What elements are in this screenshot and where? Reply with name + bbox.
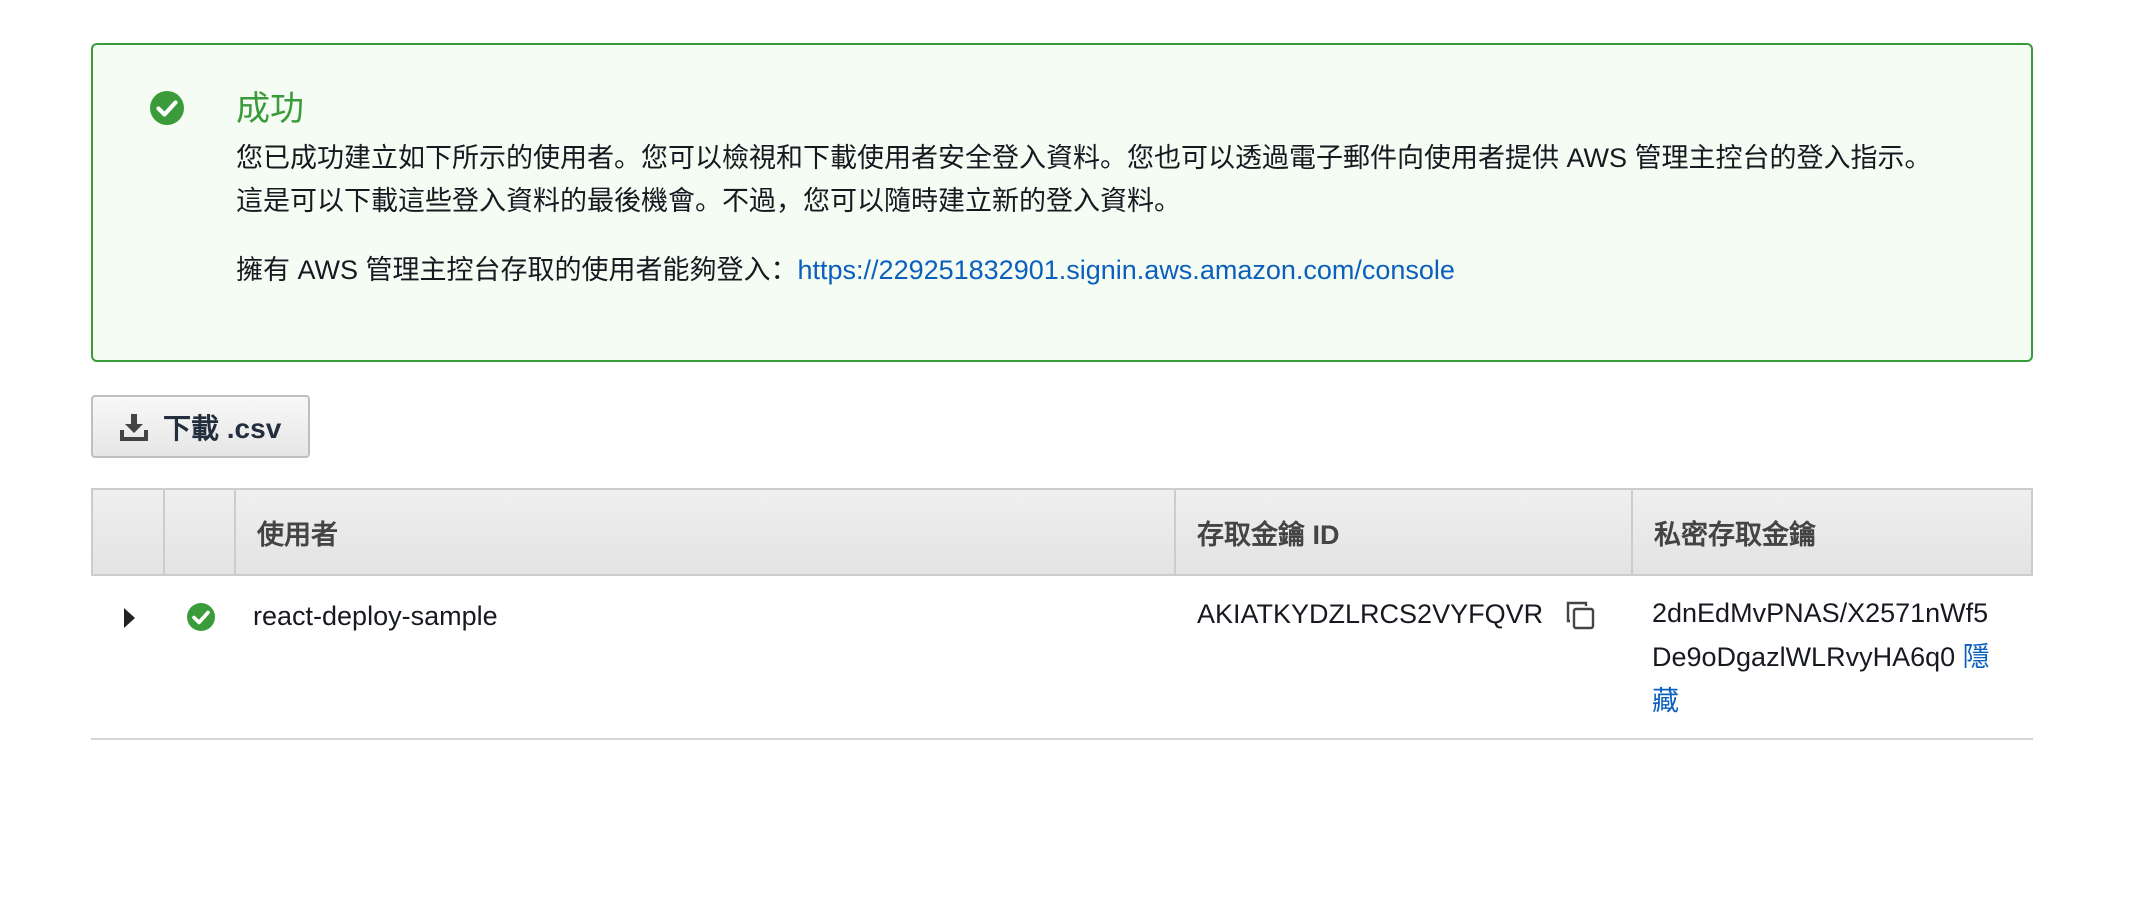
signin-prefix: 擁有 AWS 管理主控台存取的使用者能夠登入： bbox=[236, 255, 798, 285]
header-access-key-id: 存取金鑰 ID bbox=[1176, 490, 1633, 574]
header-status-column bbox=[165, 490, 236, 574]
success-alert: 成功 您已成功建立如下所示的使用者。您可以檢視和下載使用者安全登入資料。您也可以… bbox=[91, 43, 2033, 362]
hide-secret-link-part2[interactable]: 藏 bbox=[1652, 686, 1679, 716]
secret-key-line-2-text: De9oDgazlWLRvyHA6q0 bbox=[1652, 642, 1956, 672]
check-circle-icon bbox=[150, 91, 184, 125]
users-table: 使用者 存取金鑰 ID 私密存取金鑰 react-deploy-sample A… bbox=[91, 488, 2033, 740]
check-circle-icon bbox=[187, 603, 215, 631]
copy-icon[interactable] bbox=[1563, 598, 1599, 634]
secret-access-key-cell: 2dnEdMvPNAS/X2571nWf5 De9oDgazlWLRvyHA6q… bbox=[1652, 591, 2022, 723]
secret-key-line-2: De9oDgazlWLRvyHA6q0 隱 bbox=[1652, 635, 2022, 679]
header-user: 使用者 bbox=[236, 490, 1176, 574]
header-secret-access-key: 私密存取金鑰 bbox=[1654, 519, 1816, 550]
alert-message: 您已成功建立如下所示的使用者。您可以檢視和下載使用者安全登入資料。您也可以透過電… bbox=[236, 143, 1932, 216]
download-csv-label: 下載 .csv bbox=[163, 412, 282, 444]
access-key-id-cell: AKIATKYDZLRCS2VYFQVR bbox=[1197, 599, 1544, 629]
download-csv-button[interactable]: 下載 .csv bbox=[91, 395, 310, 458]
download-icon bbox=[120, 413, 148, 441]
expand-row-caret-icon[interactable] bbox=[124, 608, 135, 628]
create-user-success-page: 成功 您已成功建立如下所示的使用者。您可以檢視和下載使用者安全登入資料。您也可以… bbox=[0, 0, 2136, 912]
table-row: react-deploy-sample AKIATKYDZLRCS2VYFQVR… bbox=[91, 576, 2033, 740]
alert-title: 成功 bbox=[236, 90, 304, 128]
signin-url-link[interactable]: https://229251832901.signin.aws.amazon.c… bbox=[798, 255, 1455, 285]
secret-key-line-1: 2dnEdMvPNAS/X2571nWf5 bbox=[1652, 598, 1989, 628]
table-header: 使用者 存取金鑰 ID 私密存取金鑰 bbox=[91, 488, 2033, 576]
secret-key-line-3: 藏 bbox=[1652, 679, 2022, 723]
signin-line: 擁有 AWS 管理主控台存取的使用者能夠登入：https://229251832… bbox=[236, 250, 1455, 290]
hide-secret-link-part1[interactable]: 隱 bbox=[1963, 642, 1990, 672]
username-cell: react-deploy-sample bbox=[253, 601, 498, 631]
header-expand-column bbox=[93, 490, 165, 574]
